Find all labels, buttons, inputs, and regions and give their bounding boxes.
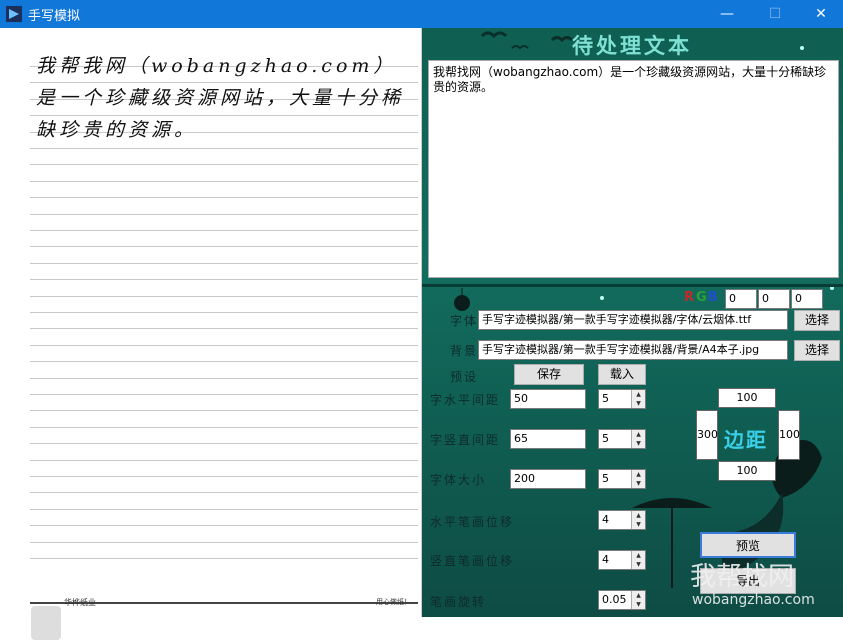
background-path-input[interactable]: 手写字迹模拟器/第一款手写字迹模拟器/背景/A4本子.jpg	[478, 340, 788, 360]
ruled-line	[30, 476, 418, 477]
ruled-line	[30, 180, 418, 182]
v-spacing-step-value: 5	[602, 432, 609, 445]
h-spacing-step-value: 5	[602, 392, 609, 405]
rgb-b-input[interactable]: 0	[791, 289, 823, 309]
font-select-button[interactable]: 选择	[794, 310, 840, 331]
margin-bottom-input[interactable]: 100	[718, 461, 776, 481]
window-title: 手写模拟	[28, 9, 81, 24]
ruled-line	[30, 344, 418, 346]
ruled-line	[30, 262, 418, 264]
rotation-stepper[interactable]: 0.05 ▲ ▼	[598, 590, 646, 610]
font-label: 字体	[450, 314, 479, 328]
rgb-label-r: R	[684, 290, 695, 305]
rotation-value: 0.05	[602, 593, 627, 606]
margin-right-input[interactable]: 100	[778, 410, 800, 460]
h-offset-stepper[interactable]: 4 ▲ ▼	[598, 510, 646, 530]
paper-logo	[31, 606, 61, 640]
close-button[interactable]: ✕	[798, 0, 843, 28]
font-size-step-value: 5	[602, 472, 609, 485]
rotation-label: 笔画旋转	[430, 595, 487, 609]
control-panel: 待处理文本 我帮找网（wobangzhao.com）是一个珍藏级资源网站，大量十…	[422, 28, 843, 617]
ruled-line	[30, 230, 418, 231]
panel-divider	[422, 284, 843, 287]
title-bar: 手写模拟 — ☐ ✕	[0, 0, 843, 28]
h-spacing-input[interactable]: 50	[510, 389, 586, 409]
h-offset-value: 4	[602, 513, 609, 526]
ruled-line	[30, 492, 418, 494]
v-spacing-input[interactable]: 65	[510, 429, 586, 449]
background-select-button[interactable]: 选择	[794, 340, 840, 361]
spinner-arrows-icon[interactable]: ▲ ▼	[631, 390, 645, 408]
ruled-line	[30, 459, 418, 461]
ruled-line	[30, 295, 418, 297]
ruled-line	[30, 426, 418, 428]
ruled-line	[30, 312, 418, 313]
ruled-line	[30, 394, 418, 395]
background-label: 背景	[450, 344, 479, 358]
spinner-arrows-icon[interactable]: ▲ ▼	[631, 551, 645, 569]
ruled-line	[30, 508, 418, 510]
ruled-line	[30, 443, 418, 445]
rgb-label-b: B	[708, 290, 718, 305]
ruled-line	[30, 279, 418, 281]
spinner-arrows-icon[interactable]: ▲ ▼	[631, 430, 645, 448]
font-size-input[interactable]: 200	[510, 469, 586, 489]
ruled-line	[30, 558, 418, 559]
v-offset-value: 4	[602, 553, 609, 566]
font-path-input[interactable]: 手写字迹模拟器/第一款手写字迹模拟器/字体/云烟体.ttf	[478, 310, 788, 330]
spinner-arrows-icon[interactable]: ▲ ▼	[631, 511, 645, 529]
maximize-button[interactable]: ☐	[752, 0, 798, 28]
ruled-line	[30, 377, 418, 379]
rgb-g-input[interactable]: 0	[758, 289, 790, 309]
ruled-line	[30, 246, 418, 248]
h-offset-label: 水平笔画位移	[430, 515, 515, 529]
preview-button[interactable]: 预览	[700, 532, 796, 558]
ruled-line	[30, 410, 418, 412]
font-size-label: 字体大小	[430, 473, 487, 487]
rgb-label-g: G	[696, 290, 707, 305]
v-offset-label: 竖直笔画位移	[430, 554, 515, 568]
handwriting-text: 我帮我网（wobangzhao.com）是一个珍藏级资源网站，大量十分稀缺珍贵的…	[36, 55, 405, 141]
v-spacing-stepper[interactable]: 5 ▲ ▼	[598, 429, 646, 449]
watermark-text: 我帮找网	[690, 562, 795, 592]
spinner-arrows-icon[interactable]: ▲ ▼	[631, 591, 645, 609]
margin-top-input[interactable]: 100	[718, 388, 776, 408]
preset-label: 预设	[450, 370, 479, 384]
paper-slogan: 用心做纸！	[376, 598, 411, 606]
spinner-arrows-icon[interactable]: ▲ ▼	[631, 470, 645, 488]
source-text-input[interactable]: 我帮找网（wobangzhao.com）是一个珍藏级资源网站，大量十分稀缺珍贵的…	[428, 60, 839, 278]
ruled-line	[30, 541, 418, 543]
paper-brand: 华桦纸业	[64, 598, 96, 607]
preset-load-button[interactable]: 载入	[598, 364, 646, 385]
margin-label: 边距	[724, 428, 768, 452]
ruled-line	[30, 197, 418, 199]
minimize-button[interactable]: —	[704, 0, 750, 28]
margin-left-input[interactable]: 300	[696, 410, 718, 460]
ruled-line	[30, 525, 418, 527]
rgb-r-input[interactable]: 0	[725, 289, 757, 309]
panel-title: 待处理文本	[572, 33, 692, 58]
v-offset-stepper[interactable]: 4 ▲ ▼	[598, 550, 646, 570]
watermark-url: wobangzhao.com	[692, 592, 815, 608]
h-spacing-label: 字水平间距	[430, 393, 501, 407]
v-spacing-label: 字竖直间距	[430, 433, 501, 447]
h-spacing-stepper[interactable]: 5 ▲ ▼	[598, 389, 646, 409]
ruled-line	[30, 148, 418, 149]
ruled-line	[30, 361, 418, 363]
font-size-stepper[interactable]: 5 ▲ ▼	[598, 469, 646, 489]
ruled-line	[30, 164, 418, 166]
app-icon	[6, 6, 22, 22]
ruled-line	[30, 328, 418, 330]
preset-save-button[interactable]: 保存	[514, 364, 584, 385]
ruled-line	[30, 213, 418, 215]
